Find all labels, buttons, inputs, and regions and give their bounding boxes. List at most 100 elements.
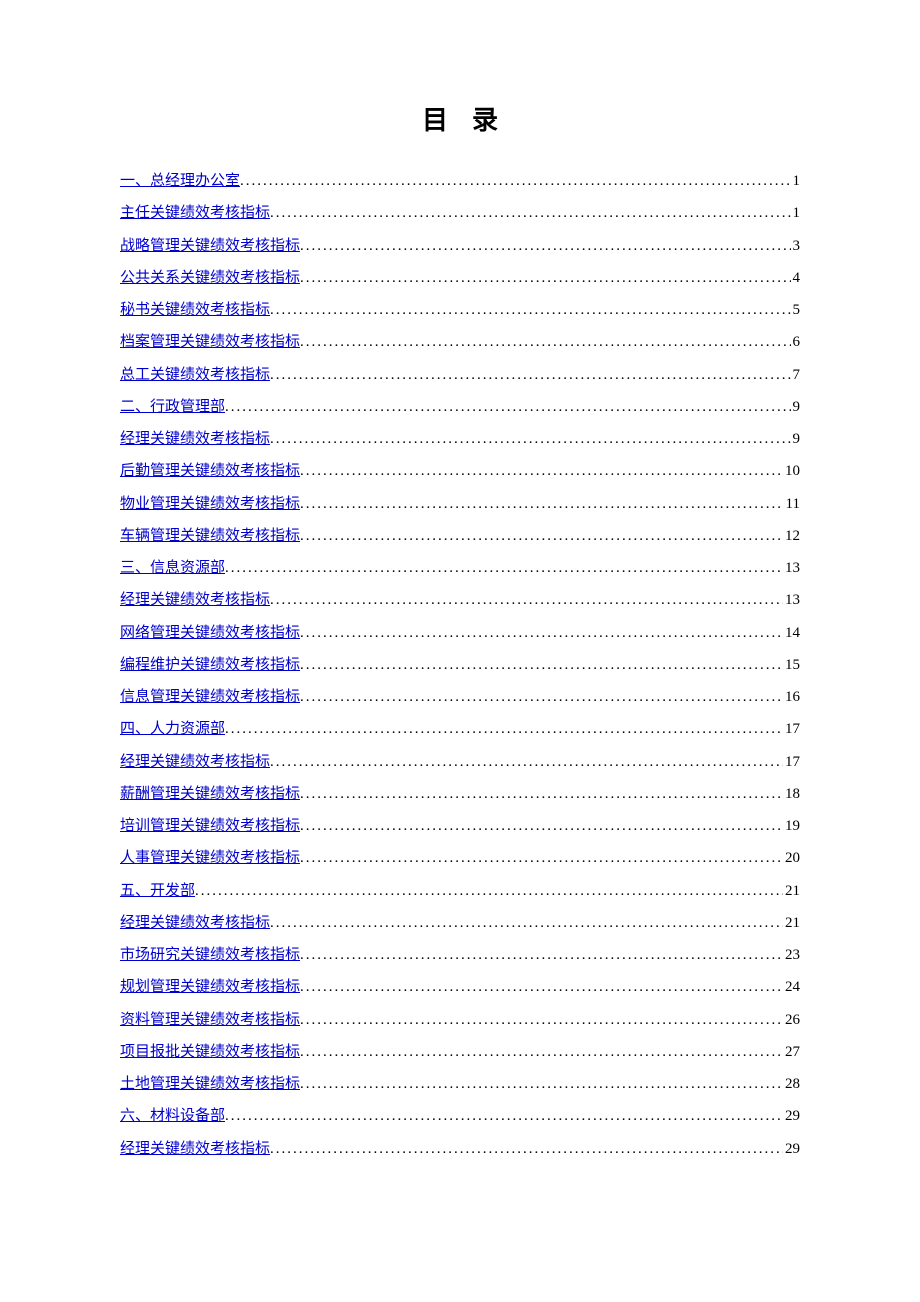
toc-leader-dots — [300, 971, 783, 1003]
toc-leader-dots — [270, 359, 790, 391]
toc-link[interactable]: 人事管理关键绩效考核指标 — [120, 842, 300, 874]
toc-link[interactable]: 薪酬管理关键绩效考核指标 — [120, 778, 300, 810]
toc-leader-dots — [270, 584, 783, 616]
toc-leader-dots — [300, 1004, 783, 1036]
toc-link[interactable]: 车辆管理关键绩效考核指标 — [120, 520, 300, 552]
toc-entry: 四、人力资源部 17 — [120, 713, 800, 745]
toc-page-number: 19 — [783, 810, 800, 842]
toc-leader-dots — [300, 230, 790, 262]
toc-leader-dots — [300, 1036, 783, 1068]
toc-page-number: 9 — [791, 391, 801, 423]
toc-entry: 三、信息资源部 13 — [120, 552, 800, 584]
toc-entry: 公共关系关键绩效考核指标 4 — [120, 262, 800, 294]
toc-link[interactable]: 四、人力资源部 — [120, 713, 225, 745]
toc-page-number: 17 — [783, 746, 800, 778]
toc-entry: 规划管理关键绩效考核指标 24 — [120, 971, 800, 1003]
toc-link[interactable]: 经理关键绩效考核指标 — [120, 584, 270, 616]
toc-page-number: 29 — [783, 1133, 800, 1165]
toc-link[interactable]: 资料管理关键绩效考核指标 — [120, 1004, 300, 1036]
toc-title: 目录 — [120, 100, 800, 137]
toc-leader-dots — [270, 294, 790, 326]
toc-entry: 培训管理关键绩效考核指标 19 — [120, 810, 800, 842]
toc-page-number: 9 — [791, 423, 801, 455]
toc-link[interactable]: 公共关系关键绩效考核指标 — [120, 262, 300, 294]
toc-entry: 资料管理关键绩效考核指标26 — [120, 1004, 800, 1036]
toc-entry: 薪酬管理关键绩效考核指标 18 — [120, 778, 800, 810]
toc-page-number: 23 — [783, 939, 800, 971]
toc-link[interactable]: 市场研究关键绩效考核指标 — [120, 939, 300, 971]
toc-entry: 物业管理关键绩效考核指标 11 — [120, 488, 800, 520]
toc-link[interactable]: 编程维护关键绩效考核指标 — [120, 649, 300, 681]
toc-link[interactable]: 网络管理关键绩效考核指标 — [120, 617, 300, 649]
toc-link[interactable]: 秘书关键绩效考核指标 — [120, 294, 270, 326]
toc-leader-dots — [300, 649, 783, 681]
toc-leader-dots — [270, 197, 790, 229]
toc-link[interactable]: 主任关键绩效考核指标 — [120, 197, 270, 229]
toc-page-number: 11 — [784, 488, 800, 520]
toc-entry: 六、材料设备部 29 — [120, 1100, 800, 1132]
toc-page-number: 27 — [783, 1036, 800, 1068]
toc-entry: 车辆管理关键绩效考核指标 12 — [120, 520, 800, 552]
toc-leader-dots — [270, 907, 783, 939]
toc-page-number: 20 — [783, 842, 800, 874]
toc-entry: 人事管理关键绩效考核指标 20 — [120, 842, 800, 874]
toc-page-number: 21 — [783, 875, 800, 907]
toc-link[interactable]: 五、开发部 — [120, 875, 195, 907]
toc-leader-dots — [300, 1068, 783, 1100]
toc-page-number: 7 — [791, 359, 801, 391]
toc-link[interactable]: 一、总经理办公室 — [120, 165, 240, 197]
toc-link[interactable]: 信息管理关键绩效考核指标 — [120, 681, 300, 713]
toc-entry: 项目报批关键绩效考核指标 27 — [120, 1036, 800, 1068]
toc-leader-dots — [240, 165, 790, 197]
toc-link[interactable]: 总工关键绩效考核指标 — [120, 359, 270, 391]
toc-link[interactable]: 土地管理关键绩效考核指标 — [120, 1068, 300, 1100]
toc-link[interactable]: 经理关键绩效考核指标 — [120, 1133, 270, 1165]
toc-link[interactable]: 物业管理关键绩效考核指标 — [120, 488, 300, 520]
toc-leader-dots — [195, 875, 783, 907]
toc-entry: 信息管理关键绩效考核指标 16 — [120, 681, 800, 713]
toc-leader-dots — [225, 391, 790, 423]
toc-page-number: 6 — [791, 326, 801, 358]
toc-link[interactable]: 经理关键绩效考核指标 — [120, 907, 270, 939]
toc-leader-dots — [300, 681, 783, 713]
toc-leader-dots — [225, 1100, 783, 1132]
toc-page-number: 21 — [783, 907, 800, 939]
toc-link[interactable]: 三、信息资源部 — [120, 552, 225, 584]
toc-page-number: 24 — [783, 971, 800, 1003]
toc-page-number: 16 — [783, 681, 800, 713]
toc-entry: 土地管理关键绩效考核指标28 — [120, 1068, 800, 1100]
toc-leader-dots — [270, 423, 790, 455]
toc-leader-dots — [225, 552, 783, 584]
toc-leader-dots — [300, 617, 783, 649]
toc-entry: 经理关键绩效考核指标13 — [120, 584, 800, 616]
toc-link[interactable]: 二、行政管理部 — [120, 391, 225, 423]
toc-page-number: 29 — [783, 1100, 800, 1132]
toc-entry: 经理关键绩效考核指标 29 — [120, 1133, 800, 1165]
toc-page-number: 10 — [783, 455, 800, 487]
toc-link[interactable]: 项目报批关键绩效考核指标 — [120, 1036, 300, 1068]
toc-entry: 五、开发部 21 — [120, 875, 800, 907]
toc-page-number: 4 — [791, 262, 801, 294]
toc-entry: 二、行政管理部 9 — [120, 391, 800, 423]
toc-page-number: 1 — [791, 197, 801, 229]
toc-link[interactable]: 培训管理关键绩效考核指标 — [120, 810, 300, 842]
toc-page-number: 17 — [783, 713, 800, 745]
toc-link[interactable]: 档案管理关键绩效考核指标 — [120, 326, 300, 358]
toc-link[interactable]: 六、材料设备部 — [120, 1100, 225, 1132]
toc-page-number: 12 — [783, 520, 800, 552]
toc-leader-dots — [300, 488, 784, 520]
toc-leader-dots — [300, 939, 783, 971]
toc-link[interactable]: 战略管理关键绩效考核指标 — [120, 230, 300, 262]
toc-page-number: 18 — [783, 778, 800, 810]
toc-page-number: 13 — [783, 552, 800, 584]
toc-link[interactable]: 经理关键绩效考核指标 — [120, 746, 270, 778]
toc-entry: 编程维护关键绩效考核指标15 — [120, 649, 800, 681]
toc-link[interactable]: 经理关键绩效考核指标 — [120, 423, 270, 455]
toc-page-number: 14 — [783, 617, 800, 649]
toc-link[interactable]: 后勤管理关键绩效考核指标 — [120, 455, 300, 487]
toc-entry: 后勤管理关键绩效考核指标 10 — [120, 455, 800, 487]
toc-entry: 经理关键绩效考核指标 9 — [120, 423, 800, 455]
toc-leader-dots — [225, 713, 783, 745]
toc-leader-dots — [300, 810, 783, 842]
toc-link[interactable]: 规划管理关键绩效考核指标 — [120, 971, 300, 1003]
